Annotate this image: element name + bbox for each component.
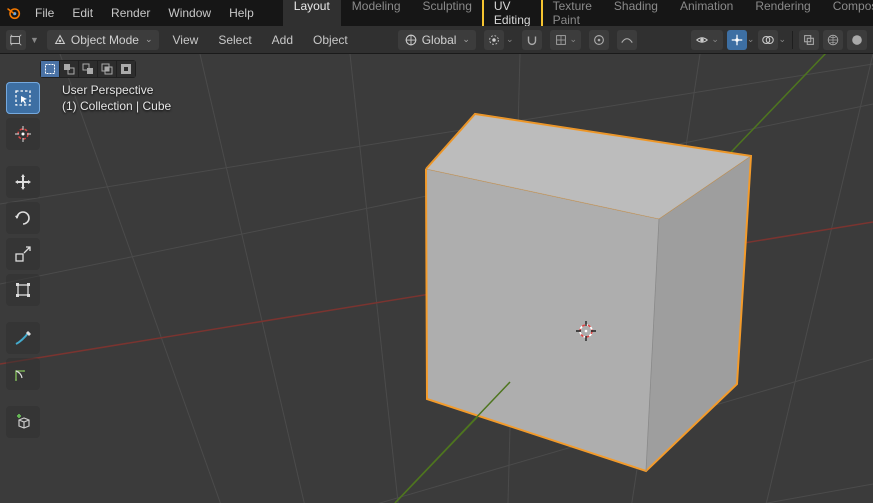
top-menubar: File Edit Render Window Help Layout Mode… [0, 0, 873, 26]
tool-scale[interactable] [6, 238, 40, 270]
select-mode-invert-icon[interactable] [117, 61, 135, 77]
header-menu-select[interactable]: Select [212, 33, 257, 47]
pivot-dropdown-icon[interactable] [484, 30, 504, 50]
visibility-dropdown-icon[interactable]: ⌄ [691, 30, 723, 50]
viewport-info: User Perspective (1) Collection | Cube [62, 82, 171, 114]
menu-file[interactable]: File [26, 2, 63, 24]
gizmo-toggle-icon[interactable] [727, 30, 747, 50]
context-label: (1) Collection | Cube [62, 98, 171, 114]
menu-help[interactable]: Help [220, 2, 263, 24]
menu-render[interactable]: Render [102, 2, 159, 24]
proportional-type-icon[interactable] [617, 30, 637, 50]
proportional-toggle-icon[interactable] [589, 30, 609, 50]
left-toolbar [6, 82, 40, 438]
viewport-header: ▼ Object Mode ⌄ View Select Add Object G… [0, 26, 873, 54]
chevron-down-icon: ⌄ [145, 34, 153, 45]
menu-window[interactable]: Window [159, 2, 220, 24]
overlay-toggle-icon[interactable] [758, 30, 778, 50]
3d-viewport[interactable]: User Perspective (1) Collection | Cube [0, 54, 873, 503]
orientation-dropdown[interactable]: Global ⌄ [398, 30, 476, 50]
editor-type-icon[interactable] [6, 30, 26, 50]
select-mode-strip [40, 60, 136, 78]
tool-move[interactable] [6, 166, 40, 198]
select-mode-subtract-icon[interactable] [79, 61, 97, 77]
chevron-down-icon[interactable]: ⌄ [506, 34, 514, 45]
tool-cursor[interactable] [6, 118, 40, 150]
tool-add-cube[interactable] [6, 406, 40, 438]
select-mode-intersect-icon[interactable] [98, 61, 116, 77]
tool-measure[interactable] [6, 358, 40, 390]
chevron-down-icon: ⌄ [462, 34, 470, 45]
shading-solid-icon[interactable] [847, 30, 867, 50]
snap-toggle-icon[interactable] [522, 30, 542, 50]
select-mode-extend-icon[interactable] [60, 61, 78, 77]
chevron-down-icon[interactable]: ▼ [30, 35, 39, 45]
perspective-label: User Perspective [62, 82, 171, 98]
tool-select-box[interactable] [6, 82, 40, 114]
tool-transform[interactable] [6, 274, 40, 306]
main-menu: File Edit Render Window Help [26, 2, 263, 24]
header-menu-view[interactable]: View [167, 33, 205, 47]
snap-type-icon[interactable]: ⌄ [550, 30, 582, 50]
mode-label: Object Mode [71, 33, 139, 47]
header-menu-object[interactable]: Object [307, 33, 354, 47]
menu-edit[interactable]: Edit [63, 2, 102, 24]
orientation-label: Global [422, 33, 457, 47]
blender-logo-icon[interactable] [6, 2, 22, 24]
shading-wireframe-icon[interactable] [823, 30, 843, 50]
mode-dropdown[interactable]: Object Mode ⌄ [47, 30, 159, 50]
tool-annotate[interactable] [6, 322, 40, 354]
header-menu-add[interactable]: Add [266, 33, 299, 47]
viewport-canvas [0, 54, 873, 503]
xray-toggle-icon[interactable] [799, 30, 819, 50]
chevron-down-icon[interactable]: ⌄ [778, 34, 786, 45]
chevron-down-icon[interactable]: ⌄ [747, 34, 755, 45]
select-mode-box-icon[interactable] [41, 61, 59, 77]
tool-rotate[interactable] [6, 202, 40, 234]
